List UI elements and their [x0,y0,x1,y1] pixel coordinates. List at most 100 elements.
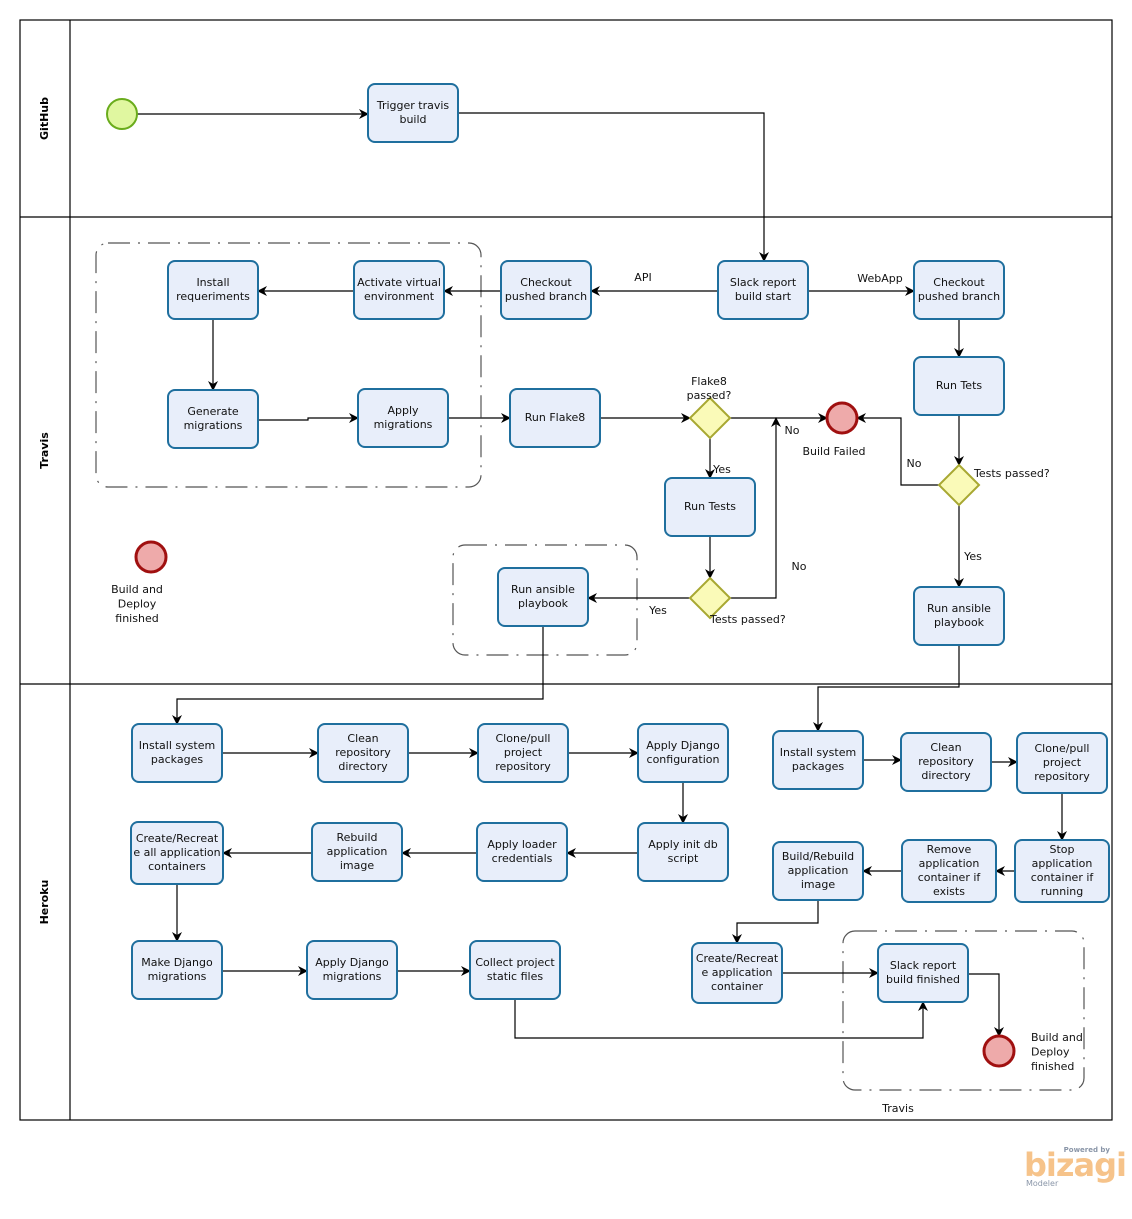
end-event-e-build-failed[interactable] [825,401,859,435]
task-label: migrations [374,418,433,431]
task-label: Remove [927,843,972,856]
task-label: Slack report [730,276,797,289]
task-label: packages [151,753,203,766]
task-label: container if [918,871,982,884]
task-w-create[interactable]: Create/Recreate applicationcontainer [691,942,783,1004]
task-t-flake8[interactable]: Run Flake8 [509,388,601,448]
task-label: Run Flake8 [525,411,585,424]
task-label: script [668,852,699,865]
end-event-e-finished-right[interactable] [982,1034,1016,1068]
lane-label-heroku: Heroku [38,880,51,925]
task-label: build [399,113,426,126]
task-t-apply-mig[interactable]: Applymigrations [357,388,449,448]
gateway-diamond-icon [937,463,981,507]
end-event-e-finished-left[interactable] [134,540,168,574]
task-w-clean[interactable]: Cleanrepositorydirectory [900,732,992,792]
event-label: Build and [111,583,163,596]
task-t-activate[interactable]: Activate virtualenvironment [353,260,445,320]
task-label: Apply init db [648,838,717,851]
task-t-trigger[interactable]: Trigger travisbuild [367,83,459,143]
task-w-build[interactable]: Build/Rebuildapplicationimage [772,841,864,901]
task-h-install-sys[interactable]: Install systempackages [131,723,223,783]
task-t-checkout-api[interactable]: Checkoutpushed branch [500,260,592,320]
task-label: configuration [647,753,720,766]
task-label: Apply Django [315,956,389,969]
task-w-remove[interactable]: Removeapplicationcontainer ifexists [901,839,997,903]
flow-tests-web-no[interactable] [856,413,939,486]
task-label: build finished [886,973,960,986]
task-w-clone[interactable]: Clone/pullprojectrepository [1016,732,1108,794]
task-h-loader[interactable]: Apply loadercredentials [476,822,568,882]
gateway-diamond-icon [688,396,732,440]
task-t-run-tests[interactable]: Run Tests [664,477,756,537]
flow-w-slack-end[interactable] [968,973,1004,1037]
task-label: container if [1031,871,1095,884]
task-label: Create/Recreat [136,832,219,845]
task-label: Apply loader [487,838,557,851]
flow-w-build-create[interactable] [732,900,819,944]
task-h-make-mig[interactable]: Make Djangomigrations [131,940,223,1000]
gateway-g-tests-web[interactable] [937,463,981,507]
task-label: Apply Django [646,739,720,752]
lane-label-github: GitHub [38,97,51,140]
task-t-install-req[interactable]: Installrequeriments [167,260,259,320]
task-label: image [801,878,835,891]
flow-ansible-web-heroku[interactable] [813,645,960,732]
gateway-g-tests-api[interactable] [688,576,732,620]
task-label: Run ansible [511,583,575,596]
task-t-checkout-web[interactable]: Checkoutpushed branch [913,260,1005,320]
start-event-e-start[interactable] [106,98,138,130]
start-event-circle-icon [106,98,138,130]
bpmn-diagram: GitHub Travis Heroku Trigger travisbuild In… [19,19,1113,1121]
task-label: Stop [1049,843,1074,856]
task-h-clone[interactable]: Clone/pullprojectrepository [477,723,569,783]
task-h-clean[interactable]: Cleanrepositorydirectory [317,723,409,783]
task-label: pushed branch [918,290,1000,303]
flow-trigger-slack[interactable] [458,112,769,262]
task-label: Make Django [141,956,213,969]
task-t-gen-mig[interactable]: Generatemigrations [167,389,259,449]
task-h-rebuild[interactable]: Rebuildapplicationimage [311,822,403,882]
task-w-slack-finish[interactable]: Slack reportbuild finished [877,943,969,1003]
task-label: exists [933,885,965,898]
task-label: static files [487,970,543,983]
task-h-create-all[interactable]: Create/Recreate all applicationcontainer… [130,821,224,885]
task-label: Rebuild [337,831,378,844]
task-h-apply-mig[interactable]: Apply Djangomigrations [306,940,398,1000]
flow-generate-apply[interactable] [258,413,359,423]
task-label: containers [148,860,206,873]
task-t-ansible-web[interactable]: Run ansibleplaybook [913,586,1005,646]
end-event-circle-icon [982,1034,1016,1068]
task-t-ansible-api[interactable]: Run ansibleplaybook [497,567,589,627]
flow-label-api: API [634,271,651,284]
task-label: Clone/pull [496,732,551,745]
task-label: directory [921,769,971,782]
task-label: playbook [934,616,985,629]
task-label: repository [918,755,974,768]
task-w-stop[interactable]: Stopapplicationcontainer ifrunning [1014,839,1110,903]
task-label: playbook [518,597,569,610]
gateway-label: Flake8 [691,375,727,388]
task-label: Clean [930,741,961,754]
task-label: running [1041,885,1083,898]
task-label: application [327,845,388,858]
task-w-install-sys[interactable]: Install systempackages [772,730,864,790]
task-label: Clone/pull [1035,742,1090,755]
task-h-init-db[interactable]: Apply init dbscript [637,822,729,882]
flow-ansible-api-heroku[interactable] [172,626,544,725]
gateway-g-flake8[interactable] [688,396,732,440]
task-label: repository [335,746,391,759]
task-label: migrations [148,970,207,983]
flow-h-collect-slack[interactable] [514,999,928,1039]
end-event-circle-icon [825,401,859,435]
task-label: credentials [492,852,553,865]
task-label: container [711,980,764,993]
bizagi-logo: Powered by bizagi Modeler [1022,1146,1127,1190]
task-t-slack-start[interactable]: Slack reportbuild start [717,260,809,320]
task-h-collect[interactable]: Collect projectstatic files [469,940,561,1000]
task-label: image [340,859,374,872]
task-label: Run Tests [684,500,736,513]
event-label: Build Failed [802,445,865,458]
task-t-run-tets[interactable]: Run Tets [913,356,1005,416]
task-h-django-cfg[interactable]: Apply Djangoconfiguration [637,723,729,783]
